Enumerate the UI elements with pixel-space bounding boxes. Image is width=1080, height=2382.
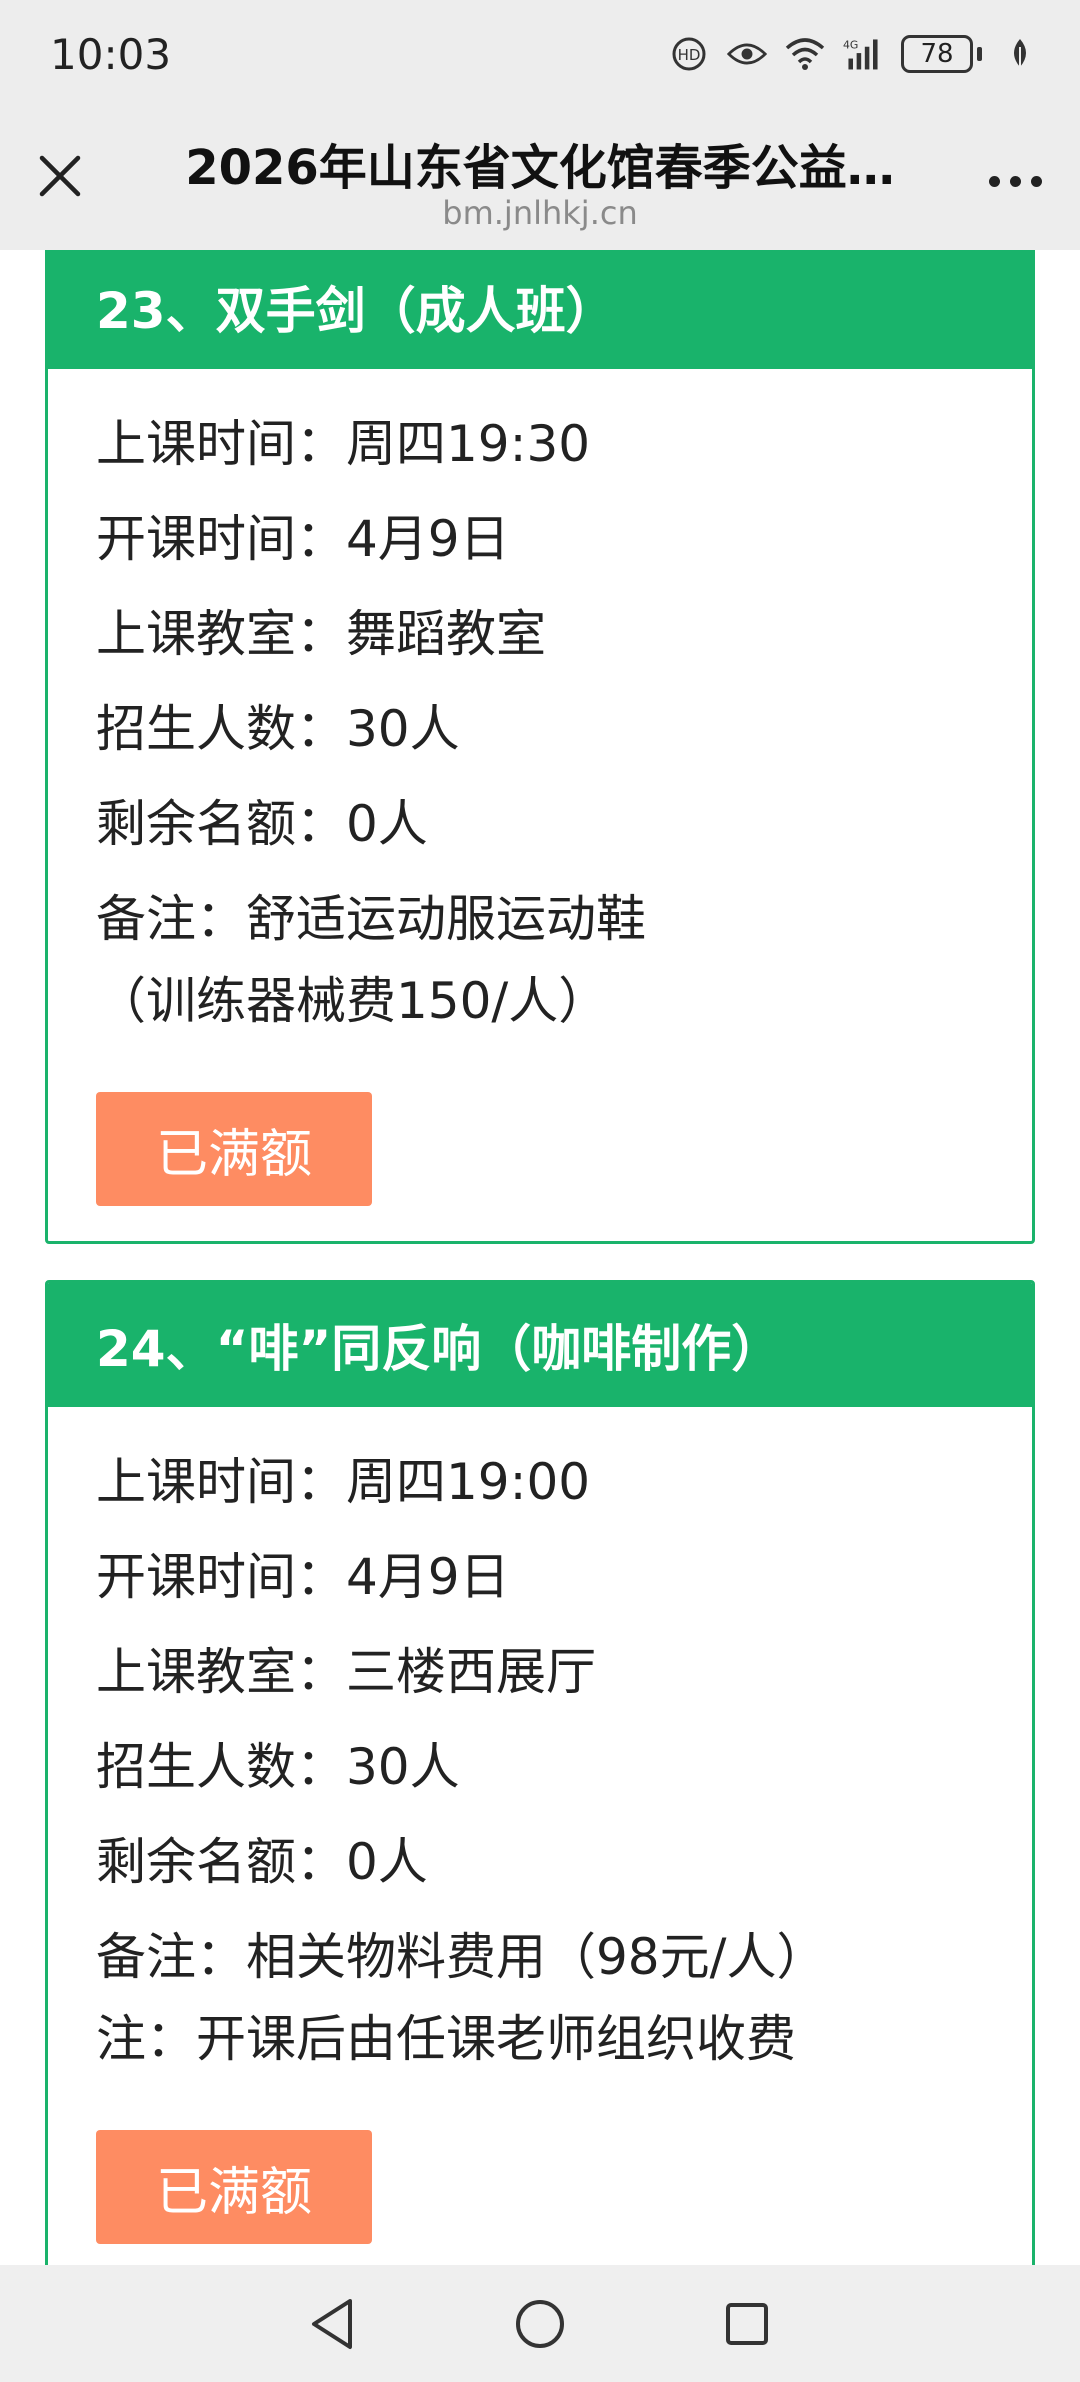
course-card: 24、“啡”同反响（咖啡制作） 上课时间：周四19:00 开课时间：4月9日 上… <box>45 1280 1035 2265</box>
course-note: 备注：相关物料费用（98元/人） 注：开课后由任课老师组织收费 <box>96 1916 984 2080</box>
note-line: 备注：舒适运动服运动鞋 <box>96 890 646 948</box>
recents-button[interactable] <box>712 2289 782 2359</box>
enrollment: 招生人数：30人 <box>96 700 460 758</box>
start-date: 开课时间：4月9日 <box>96 1548 510 1606</box>
more-dot-icon <box>1030 175 1042 187</box>
svg-text:4G: 4G <box>843 39 858 52</box>
start-date: 开课时间：4月9日 <box>96 510 510 568</box>
hd-call-icon: HD <box>669 34 709 74</box>
class-time: 上课时间：周四19:00 <box>96 1453 591 1511</box>
back-button[interactable] <box>298 2289 368 2359</box>
course-title: 23、双手剑（成人班） <box>48 250 1032 369</box>
class-time: 上课时间：周四19:30 <box>96 415 591 473</box>
home-circle-icon <box>515 2299 564 2348</box>
remaining-seats: 剩余名额：0人 <box>96 1833 428 1891</box>
classroom: 上课教室：三楼西展厅 <box>96 1643 596 1701</box>
remaining-seats: 剩余名额：0人 <box>96 795 428 853</box>
close-button[interactable] <box>30 146 90 206</box>
system-nav-bar <box>0 2265 1080 2382</box>
full-button[interactable]: 已满额 <box>96 2130 372 2244</box>
leaf-icon <box>1000 34 1040 74</box>
course-card: 23、双手剑（成人班） 上课时间：周四19:30 开课时间：4月9日 上课教室：… <box>45 250 1035 1244</box>
more-menu-button[interactable] <box>980 156 1050 206</box>
full-button[interactable]: 已满额 <box>96 1092 372 1206</box>
course-note: 备注：舒适运动服运动鞋 （训练器械费150/人） <box>96 878 984 1042</box>
title-bar: 2026年山东省文化馆春季公益… bm.jnlhkj.cn <box>0 112 1080 250</box>
note-line: （训练器械费150/人） <box>96 972 609 1030</box>
enrollment: 招生人数：30人 <box>96 1738 460 1796</box>
page-domain: bm.jnlhkj.cn <box>442 194 638 232</box>
svg-text:HD: HD <box>678 46 701 64</box>
home-button[interactable] <box>505 2289 575 2359</box>
recents-square-icon <box>725 2302 768 2345</box>
note-line: 备注：相关物料费用（98元/人） <box>96 1928 827 1986</box>
more-dot-icon <box>1009 175 1021 187</box>
more-dot-icon <box>988 175 1000 187</box>
wifi-icon <box>785 34 825 74</box>
battery-icon: 78 <box>901 35 982 73</box>
classroom: 上课教室：舞蹈教室 <box>96 605 546 663</box>
status-bar: 10:03 HD 4G 78 <box>0 0 1080 112</box>
status-icons: HD 4G 78 <box>669 28 1040 80</box>
course-title: 24、“啡”同反响（咖啡制作） <box>48 1283 1032 1407</box>
back-triangle-icon <box>312 2298 353 2349</box>
battery-level: 78 <box>901 35 973 73</box>
course-list: 23、双手剑（成人班） 上课时间：周四19:30 开课时间：4月9日 上课教室：… <box>0 250 1080 2265</box>
note-line: 注：开课后由任课老师组织收费 <box>96 2010 796 2068</box>
4g-signal-icon: 4G <box>843 34 883 74</box>
page-title: 2026年山东省文化馆春季公益… <box>185 140 895 196</box>
close-icon <box>39 155 81 197</box>
eye-icon <box>727 34 767 74</box>
status-time: 10:03 <box>50 30 172 79</box>
